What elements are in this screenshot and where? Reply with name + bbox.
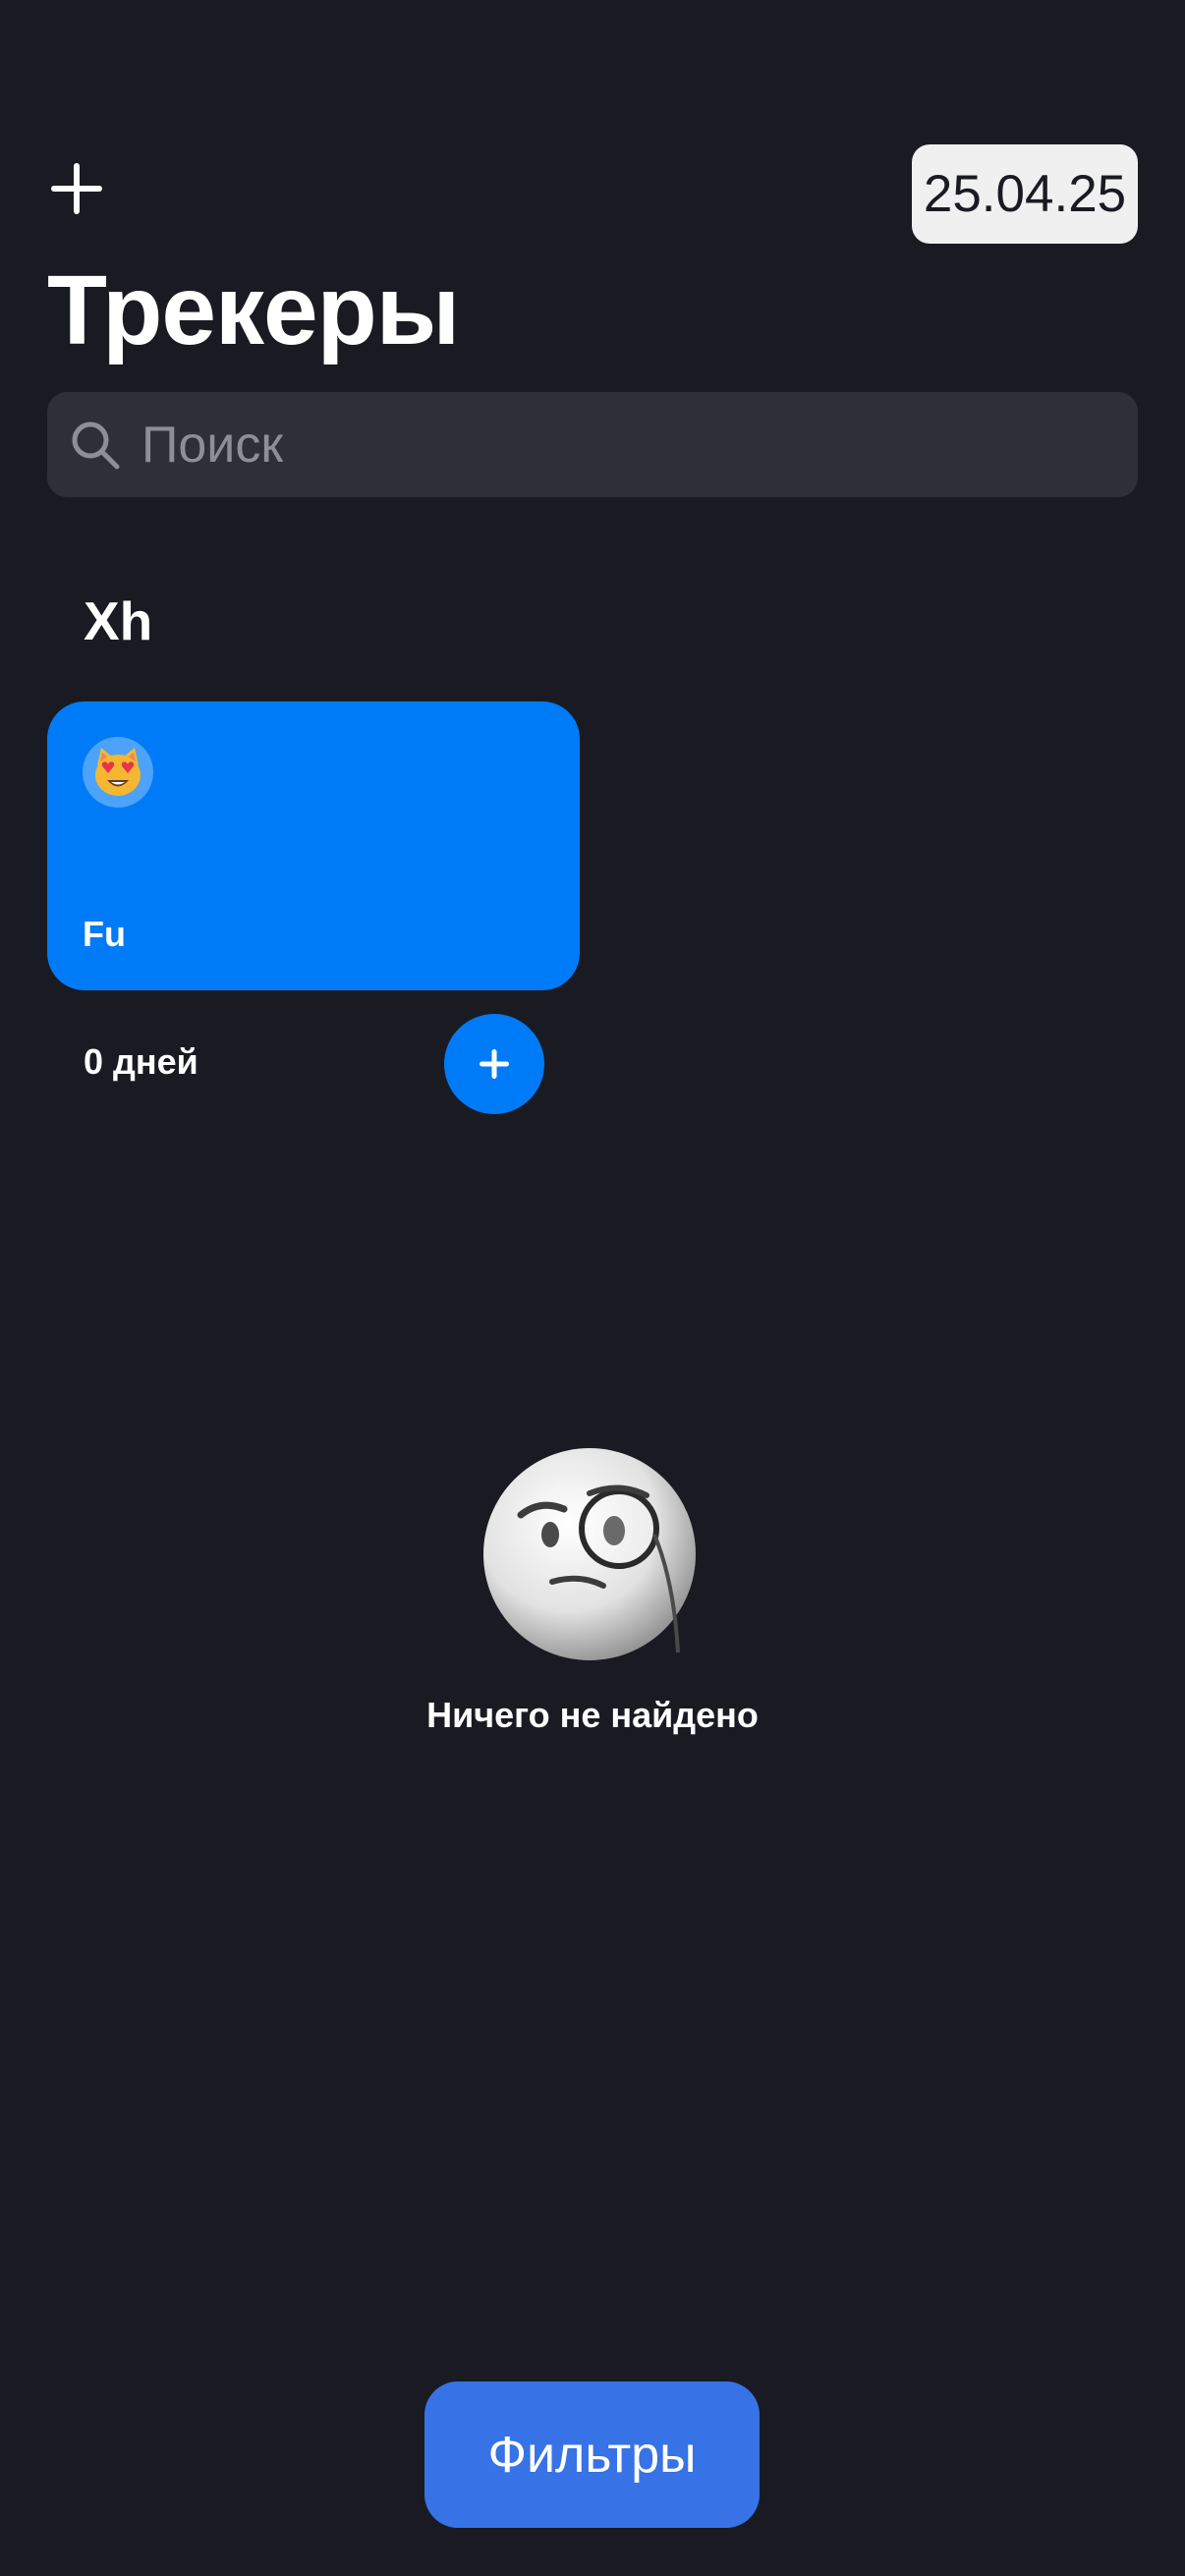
category-title: Xh [84, 590, 153, 651]
filters-button[interactable]: Фильтры [424, 2381, 760, 2528]
date-label: 25.04.25 [923, 165, 1127, 223]
search-bar[interactable] [47, 392, 1138, 497]
tracker-complete-button[interactable] [444, 1014, 544, 1114]
empty-state-text: Ничего не найдено [426, 1695, 759, 1735]
monocle-face-icon [483, 1448, 696, 1660]
plus-icon [51, 163, 102, 214]
heart-eyes-cat-icon [95, 748, 141, 796]
tracker-card[interactable]: Fu [47, 701, 580, 990]
tracker-name: Fu [83, 914, 126, 954]
tracker-days-count: 0 дней [84, 1041, 198, 1082]
date-picker[interactable]: 25.04.25 [912, 144, 1138, 244]
add-tracker-button[interactable] [45, 157, 108, 220]
page-title: Трекеры [47, 255, 460, 365]
tracker-emoji [83, 737, 153, 808]
search-icon [72, 421, 120, 469]
plus-icon [480, 1049, 509, 1079]
search-input[interactable] [140, 414, 1106, 476]
